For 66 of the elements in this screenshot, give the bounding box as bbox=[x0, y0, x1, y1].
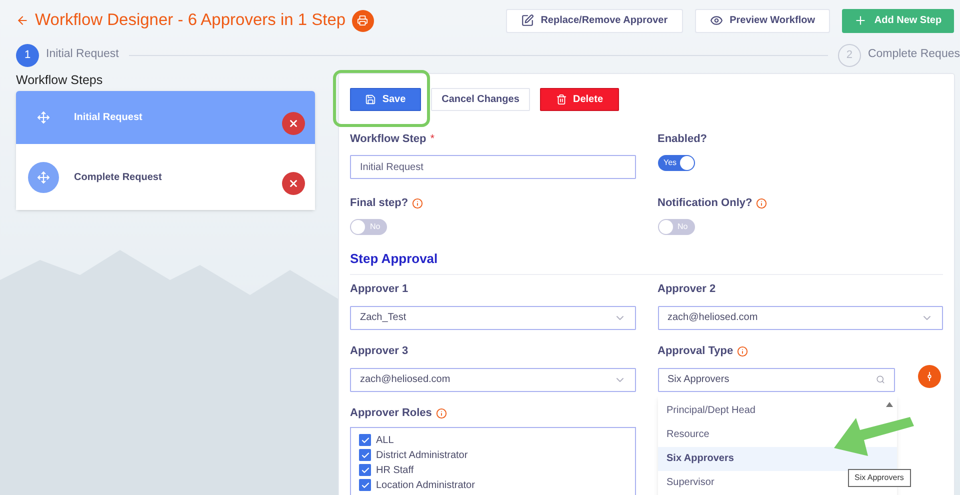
select-field[interactable]: zach@heliosed.com bbox=[350, 368, 636, 392]
tooltip: Six Approvers bbox=[848, 468, 911, 486]
step-item[interactable]: Complete Request bbox=[16, 144, 315, 210]
checkbox[interactable] bbox=[359, 464, 371, 476]
toggle-text: Yes bbox=[664, 157, 677, 169]
eye-icon bbox=[710, 14, 723, 27]
info-icon bbox=[737, 346, 748, 357]
info-icon bbox=[436, 408, 447, 419]
checkbox-label: ALL bbox=[376, 434, 394, 446]
save-button[interactable]: Save bbox=[350, 88, 421, 111]
checkbox-label: Location Administrator bbox=[376, 478, 475, 492]
field-label: Approver 3 bbox=[350, 344, 408, 360]
checkbox[interactable] bbox=[359, 479, 371, 491]
checkbox-label: HR Staff bbox=[376, 464, 414, 476]
branch-button[interactable] bbox=[918, 364, 940, 388]
select-field[interactable]: Zach_Test bbox=[350, 306, 636, 330]
edit-icon bbox=[520, 14, 534, 27]
select-field[interactable]: zach@heliosed.com bbox=[658, 306, 943, 330]
scroll-up-icon bbox=[886, 402, 892, 406]
delete-button[interactable]: Delete bbox=[540, 88, 619, 111]
cancel-button[interactable]: Cancel Changes bbox=[431, 88, 530, 111]
step-label: Complete Reques bbox=[868, 47, 960, 62]
back-arrow-icon[interactable] bbox=[16, 14, 29, 27]
step-number: 1 bbox=[16, 44, 39, 66]
field-label: Approval Type bbox=[658, 344, 734, 360]
move-icon bbox=[37, 111, 50, 124]
checkbox-label: District Administrator bbox=[376, 448, 468, 462]
field-label: Approver 2 bbox=[658, 282, 716, 298]
close-icon bbox=[288, 118, 299, 129]
sidebar-title: Workflow Steps bbox=[16, 72, 104, 89]
field-label: Approver Roles bbox=[350, 406, 432, 422]
close-icon bbox=[288, 178, 299, 188]
info-icon bbox=[412, 198, 424, 208]
page-title: Workflow Designer - 6 Approvers in 1 Step bbox=[35, 10, 346, 32]
plus-icon bbox=[854, 14, 868, 27]
checkbox[interactable] bbox=[359, 449, 371, 461]
step-label: Initial Request bbox=[46, 47, 119, 62]
header-button[interactable]: Replace/Remove Approver bbox=[506, 8, 683, 32]
print-button[interactable] bbox=[352, 10, 374, 32]
step-item-label: Initial Request bbox=[74, 111, 144, 125]
section-title: Step Approval bbox=[350, 249, 943, 274]
drag-handle[interactable] bbox=[28, 162, 59, 192]
field-label: Final step? bbox=[350, 196, 408, 211]
required-mark: * bbox=[430, 132, 434, 147]
step-number: 2 bbox=[838, 44, 861, 66]
info-icon bbox=[756, 198, 768, 208]
printer-icon bbox=[357, 15, 368, 26]
field-label: Workflow Step bbox=[350, 132, 426, 147]
remove-step-button[interactable] bbox=[282, 112, 305, 135]
toggle-switch[interactable]: Yes bbox=[658, 155, 694, 171]
toggle-text: No bbox=[678, 221, 688, 233]
remove-step-button[interactable] bbox=[282, 172, 305, 194]
field-label: Notification Only? bbox=[658, 196, 752, 211]
search-select-field[interactable]: Six Approvers bbox=[658, 368, 894, 392]
field-label: Approver 1 bbox=[350, 282, 408, 298]
dropdown-option[interactable]: Principal/Dept Head bbox=[658, 398, 896, 422]
trash-icon bbox=[556, 94, 567, 105]
checkbox[interactable] bbox=[359, 434, 371, 446]
search-icon bbox=[876, 375, 884, 384]
dropdown-option[interactable]: Resource bbox=[658, 422, 896, 446]
field-label: Enabled? bbox=[658, 132, 708, 147]
step-item-label: Complete Request bbox=[74, 170, 163, 184]
toggle-text: No bbox=[370, 221, 380, 233]
text-input[interactable]: Initial Request bbox=[350, 155, 636, 179]
move-icon bbox=[37, 170, 50, 184]
header-button[interactable]: Preview Workflow bbox=[694, 8, 830, 32]
